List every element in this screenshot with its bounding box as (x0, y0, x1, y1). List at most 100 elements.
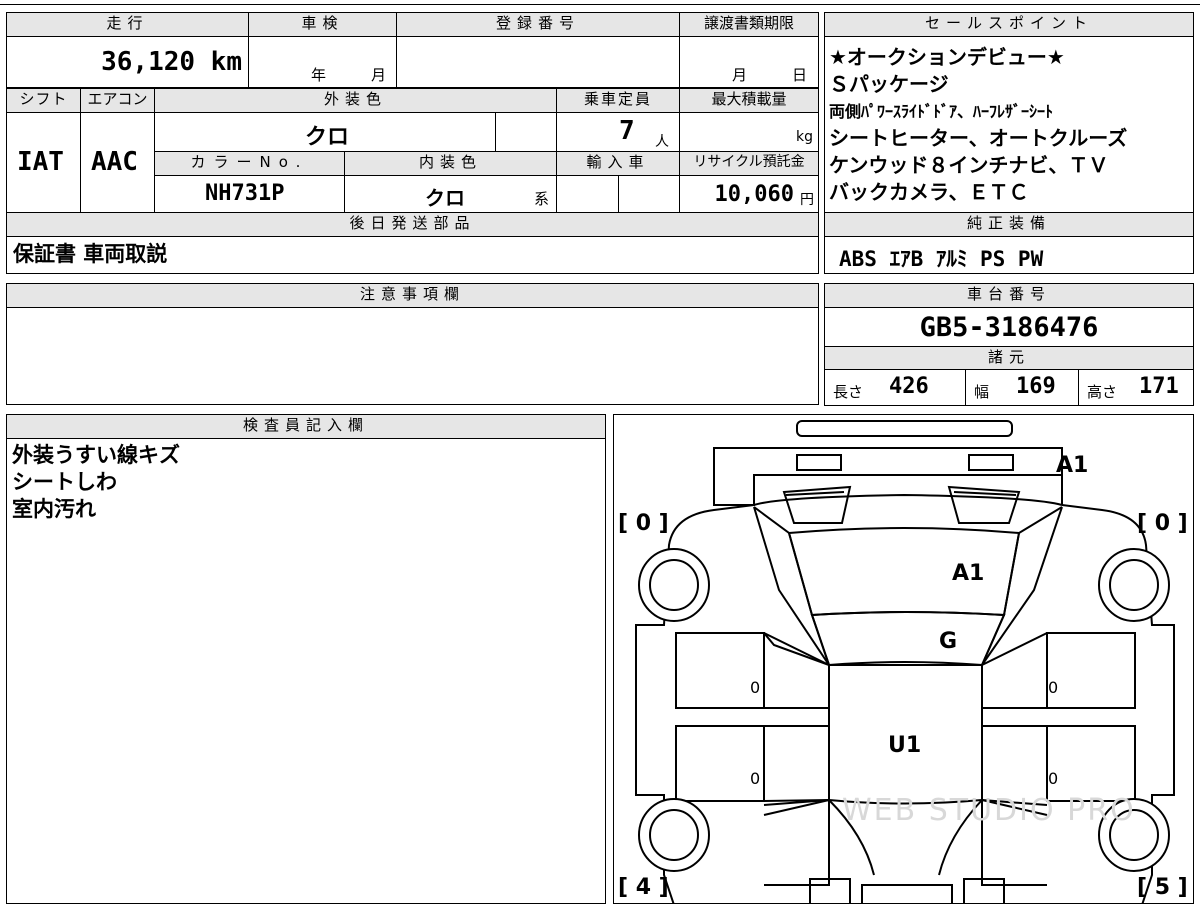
transfer-month-unit: 月 (732, 66, 748, 84)
color-no-value: NH731P (205, 181, 285, 206)
sales-point-line: 両側ﾊﾟﾜｰｽﾗｲﾄﾞﾄﾞｱ、ﾊｰﾌﾚｻﾞｰｼｰﾄ (829, 102, 1054, 121)
car-diagram-box: A1 A1 G U1 0 0 0 0 [ 0 ] [ 0 ] [ 4 ] [ 5… (613, 414, 1194, 904)
mileage-cell: 36,120 km (6, 36, 249, 88)
sales-point-line: ケンウッド８インチナビ、ＴＶ (829, 153, 1109, 177)
recycle-value: 10,060 (714, 182, 794, 207)
spec-length-value: 426 (889, 374, 929, 399)
import-cell-2 (618, 175, 680, 213)
capacity-cell: 7 人 (556, 112, 680, 152)
mileage-header: 走行 (6, 12, 249, 37)
rear-body-shape (713, 447, 1063, 506)
interior-color-value: クロ (425, 186, 465, 210)
mark-glass: G (939, 629, 958, 654)
shift-header: シフト (6, 88, 81, 113)
mark-right-door-rear: 0 (1048, 769, 1059, 788)
registration-header: 登録番号 (396, 12, 680, 37)
later-parts-header: 後日発送部品 (6, 212, 819, 237)
shift-value: IAT (17, 147, 64, 177)
inspection-header: 車検 (248, 12, 397, 37)
chassis-header: 車台番号 (824, 283, 1194, 308)
spec-height-value: 171 (1139, 374, 1179, 399)
import-cell-1 (556, 175, 619, 213)
mileage-value: 36,120 km (101, 47, 242, 77)
mark-rear: A1 (1056, 453, 1089, 478)
aircon-cell: AAC (80, 112, 155, 213)
registration-cell (396, 36, 680, 88)
tire-front-left-label: [ 0 ] (618, 511, 669, 536)
chassis-cell: GB5-3186476 (824, 307, 1194, 347)
capacity-unit: 人 (655, 134, 669, 150)
spec-width-value: 169 (1016, 374, 1056, 399)
rear-bumper-shape (796, 420, 1013, 437)
inspection-year-unit: 年 (311, 66, 327, 84)
roof-shape (787, 527, 1021, 617)
shift-cell: IAT (6, 112, 81, 213)
spec-width-cell: 幅 169 (965, 369, 1079, 406)
max-load-unit: kg (796, 129, 813, 145)
exterior-color-cell: クロ (154, 112, 496, 152)
mark-left-door-front: 0 (750, 678, 761, 697)
color-no-cell: NH731P (154, 175, 345, 213)
exterior-color-header: 外装色 (154, 88, 557, 113)
sales-point-line: Ｓパッケージ (829, 72, 949, 96)
spec-width-label: 幅 (974, 383, 990, 401)
spec-length-label: 長さ (833, 383, 864, 401)
tire-rear-left-label: [ 4 ] (618, 875, 669, 900)
later-parts-value: 保証書 車両取説 (13, 242, 168, 266)
genuine-equipment-value: ABS ｴｱB ｱﾙﾐ PS PW (839, 247, 1044, 271)
spec-length-cell: 長さ 426 (824, 369, 966, 406)
right-door-rear-shape (1046, 725, 1136, 802)
spec-height-cell: 高さ 171 (1078, 369, 1194, 406)
import-header: 輸入車 (556, 151, 680, 176)
transfer-day-unit: 日 (792, 66, 808, 84)
interior-color-suffix: 系 (534, 190, 550, 208)
windshield-shape (810, 611, 1006, 667)
color-no-header: カラーNo. (154, 151, 345, 176)
transfer-deadline-header: 譲渡書類期限 (679, 12, 819, 37)
left-door-rear-shape (675, 725, 765, 802)
sales-point-line: バックカメラ、ＥＴＣ (829, 180, 1029, 204)
car-diagram (635, 420, 1175, 903)
top-edge-lines (0, 0, 1200, 5)
watermark: WEB STUDIO PRO (842, 793, 1136, 828)
inspector-header: 検査員記入欄 (6, 414, 606, 439)
interior-color-header: 内装色 (344, 151, 557, 176)
spec-height-label: 高さ (1087, 383, 1118, 401)
sales-points-list: ★オークションデビュー★ Ｓパッケージ 両側ﾊﾟﾜｰｽﾗｲﾄﾞﾄﾞｱ、ﾊｰﾌﾚｻ… (829, 44, 1191, 212)
mark-interior: U1 (888, 733, 922, 758)
aircon-value: AAC (91, 147, 138, 177)
specs-header: 諸元 (824, 346, 1194, 370)
sales-points-header: セールスポイント (824, 12, 1194, 37)
recycle-header: リサイクル預託金 (679, 151, 819, 176)
capacity-value: 7 (619, 116, 635, 146)
interior-color-cell: クロ 系 (344, 175, 557, 213)
max-load-cell: kg (679, 112, 819, 152)
mark-right-door-front: 0 (1048, 678, 1059, 697)
inspector-notes: 外装うすい線キズ シートしわ 室内汚れ (12, 442, 592, 523)
capacity-header: 乗車定員 (556, 88, 680, 113)
exterior-color-value: クロ (305, 125, 350, 150)
inspector-note-line: 外装うすい線キズ (12, 443, 180, 467)
inspector-note-line: 室内汚れ (12, 497, 96, 521)
inspector-note-line: シートしわ (12, 470, 117, 494)
transfer-deadline-cell: 月 日 (679, 36, 819, 88)
chassis-value: GB5-3186476 (919, 312, 1099, 343)
recycle-cell: 10,060 円 (679, 175, 819, 213)
max-load-header: 最大積載量 (679, 88, 819, 113)
genuine-equipment-cell: ABS ｴｱB ｱﾙﾐ PS PW (824, 236, 1194, 274)
right-door-front-shape (1046, 632, 1136, 709)
inspection-month-unit: 月 (371, 66, 387, 84)
genuine-equipment-header: 純正装備 (824, 212, 1194, 237)
sales-point-line: シートヒーター、オートクルーズ (829, 126, 1128, 150)
recycle-unit: 円 (800, 192, 814, 208)
later-parts-cell: 保証書 車両取説 (6, 236, 819, 274)
aircon-header: エアコン (80, 88, 155, 113)
inspection-cell: 年 月 (248, 36, 397, 88)
mark-roof: A1 (952, 561, 985, 586)
sales-point-line: ★オークションデビュー★ (829, 45, 1065, 69)
caution-header: 注意事項欄 (6, 283, 819, 308)
mark-left-door-rear: 0 (750, 769, 761, 788)
exterior-color-extra-cell (495, 112, 557, 152)
tire-rear-right-label: [ 5 ] (1137, 875, 1188, 900)
tire-front-right-label: [ 0 ] (1137, 511, 1188, 536)
